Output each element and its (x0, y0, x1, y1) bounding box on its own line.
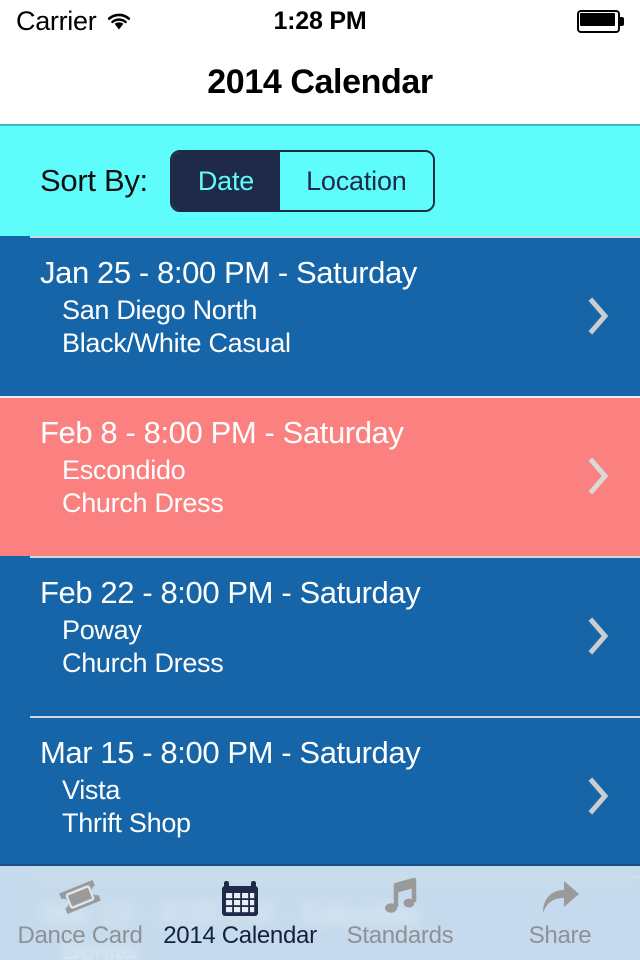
event-title: Feb 22 - 8:00 PM - Saturday (40, 575, 421, 610)
app-screen: Carrier 1:28 PM 2014 Calendar Sort By: D… (0, 0, 640, 960)
share-arrow-icon (537, 874, 583, 920)
row-separator (30, 716, 640, 718)
status-bar-right (577, 9, 624, 33)
chevron-right-icon[interactable] (588, 617, 610, 655)
table-row[interactable]: Mar 15 - 8:00 PM - Saturday Vista Thrift… (0, 716, 640, 876)
carrier-label: Carrier (16, 5, 97, 36)
music-note-icon (380, 874, 420, 920)
event-location: Vista (62, 775, 121, 805)
event-dress-code: Church Dress (62, 488, 224, 518)
row-separator (30, 236, 640, 238)
sort-bar: Sort By: Date Location (0, 124, 640, 236)
tab-label-dance-card: Dance Card (17, 922, 143, 949)
event-location: Poway (62, 615, 142, 645)
status-bar: Carrier 1:28 PM (0, 0, 640, 42)
tab-label-2014-calendar: 2014 Calendar (163, 922, 317, 949)
tab-label-standards: Standards (346, 922, 454, 949)
event-dress-code: Black/White Casual (62, 328, 291, 358)
sort-by-label: Sort By: (40, 163, 148, 198)
page-title: 2014 Calendar (207, 63, 433, 101)
event-dress-code: Church Dress (62, 648, 224, 678)
row-separator (30, 556, 640, 558)
segment-date[interactable]: Date (171, 152, 281, 210)
wifi-icon (106, 11, 132, 31)
status-bar-left: Carrier (16, 6, 132, 37)
segment-location[interactable]: Location (280, 152, 433, 210)
tab-bar: Dance Card 2014 Calendar Standards Share (0, 864, 640, 960)
table-row[interactable]: Feb 22 - 8:00 PM - Saturday Poway Church… (0, 556, 640, 716)
table-row[interactable]: Feb 8 - 8:00 PM - Saturday Escondido Chu… (0, 396, 640, 556)
event-title: Mar 15 - 8:00 PM - Saturday (40, 735, 421, 770)
chevron-right-icon[interactable] (588, 777, 610, 815)
table-row[interactable]: Jan 25 - 8:00 PM - Saturday San Diego No… (0, 236, 640, 396)
battery-full-icon (577, 9, 624, 33)
tab-standards[interactable]: Standards (320, 866, 480, 950)
event-location: Escondido (62, 455, 186, 485)
tab-dance-card[interactable]: Dance Card (0, 866, 160, 950)
chevron-right-icon[interactable] (588, 457, 610, 495)
tab-2014-calendar[interactable]: 2014 Calendar (160, 866, 320, 950)
event-location: San Diego North (62, 295, 258, 325)
event-dress-code: Thrift Shop (62, 808, 191, 838)
tab-label-share: Share (528, 922, 592, 949)
event-title: Feb 8 - 8:00 PM - Saturday (40, 415, 404, 450)
row-separator (0, 396, 640, 398)
ticket-icon (56, 874, 104, 920)
chevron-right-icon[interactable] (588, 297, 610, 335)
event-list[interactable]: Jan 25 - 8:00 PM - Saturday San Diego No… (0, 236, 640, 960)
calendar-icon (218, 874, 262, 920)
sort-segmented-control[interactable]: Date Location (169, 150, 435, 212)
event-title: Jan 25 - 8:00 PM - Saturday (40, 255, 417, 290)
nav-bar: 2014 Calendar (0, 42, 640, 124)
tab-share[interactable]: Share (480, 866, 640, 950)
